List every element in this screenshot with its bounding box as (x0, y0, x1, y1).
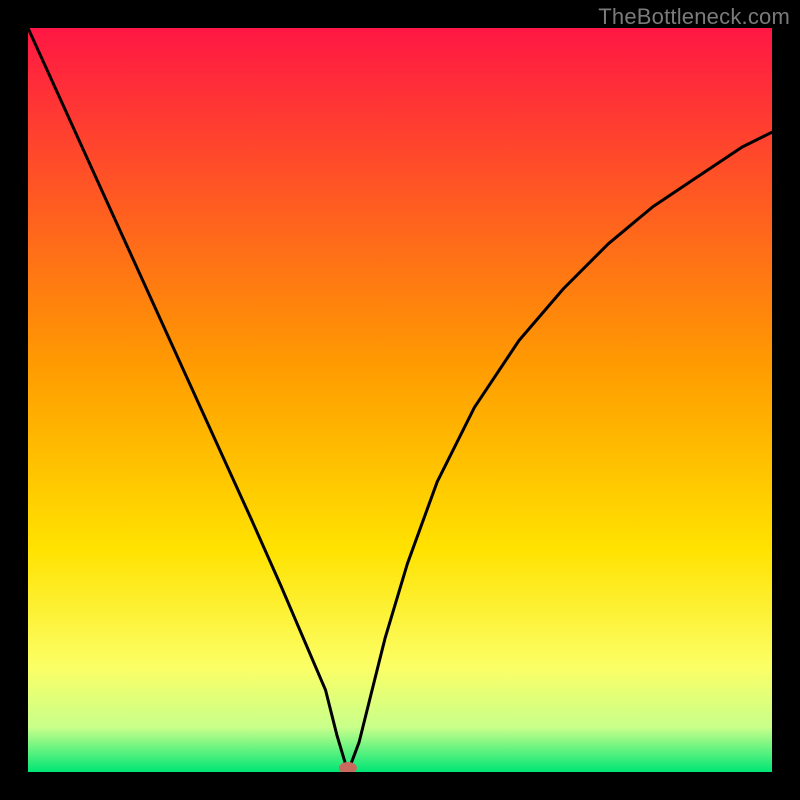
chart-svg (28, 28, 772, 772)
chart-frame: TheBottleneck.com (0, 0, 800, 800)
watermark-text: TheBottleneck.com (598, 4, 790, 30)
plot-area (28, 28, 772, 772)
gradient-background (28, 28, 772, 772)
